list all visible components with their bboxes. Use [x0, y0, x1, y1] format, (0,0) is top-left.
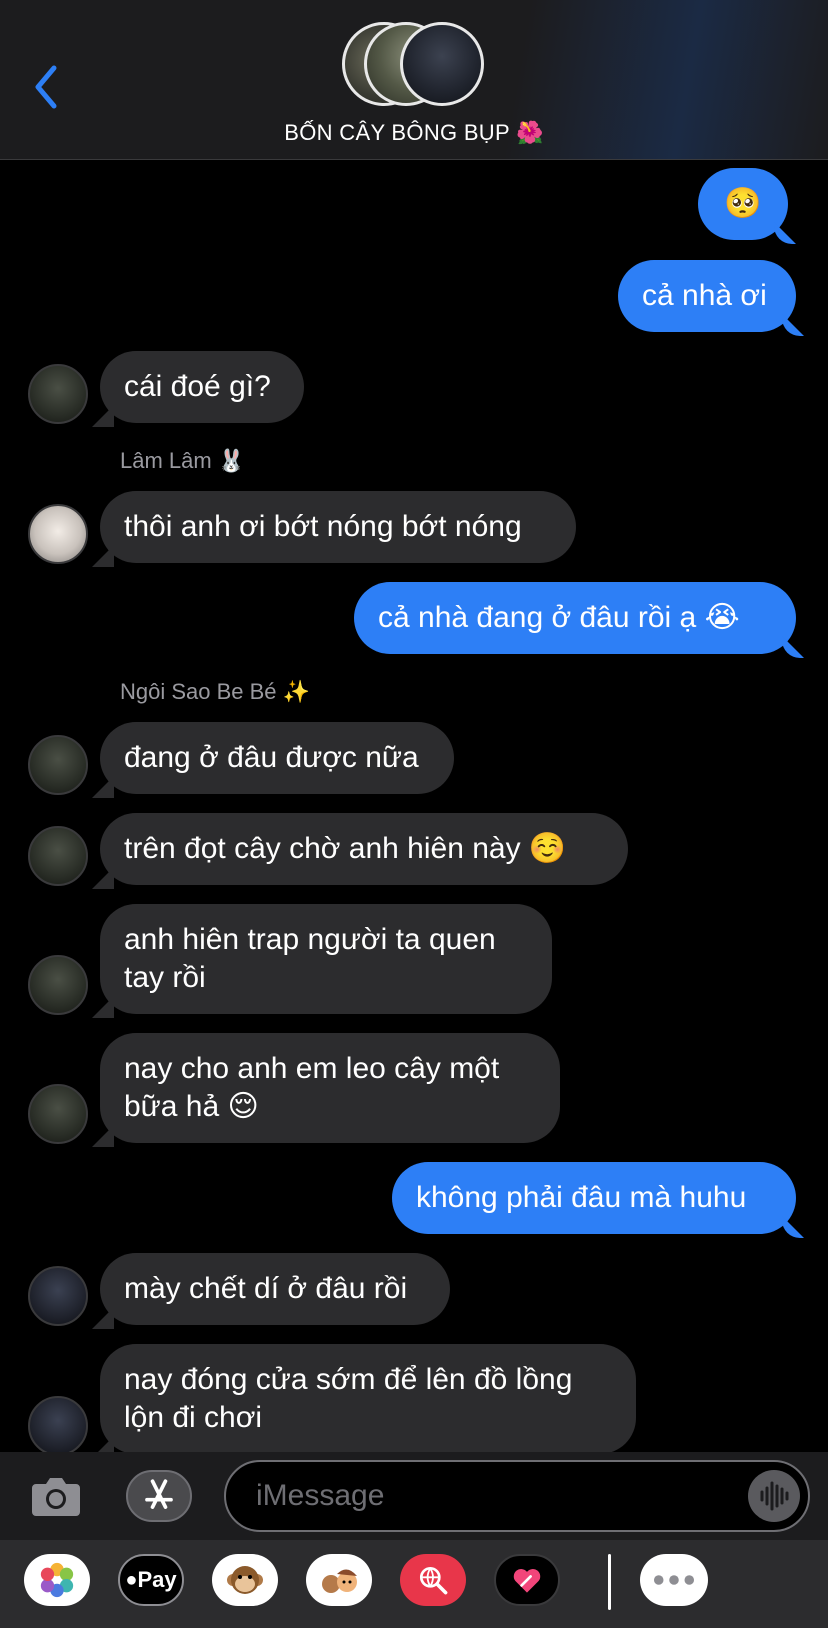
audio-waveform-icon[interactable]	[748, 1470, 800, 1522]
message-bubble-outgoing[interactable]: 🥺	[698, 168, 788, 240]
avatar[interactable]	[28, 1084, 88, 1144]
avatar[interactable]	[28, 955, 88, 1015]
group-title[interactable]: BỐN CÂY BÔNG BỤP 🌺	[0, 120, 828, 146]
message-bubble-outgoing[interactable]: cả nhà đang ở đâu rồi ạ 😭	[354, 582, 796, 654]
group-avatars[interactable]	[342, 22, 492, 110]
message-bubble-outgoing[interactable]: không phải đâu mà huhu	[392, 1162, 796, 1234]
avatar[interactable]	[28, 1266, 88, 1326]
conversation-header: BỐN CÂY BÔNG BỤP 🌺	[0, 0, 828, 160]
camera-icon[interactable]	[30, 1472, 82, 1518]
heart-touch-icon	[513, 1569, 541, 1593]
waveform-glyph-icon	[760, 1481, 789, 1511]
image-search-app-icon[interactable]	[400, 1554, 466, 1606]
more-apps-icon[interactable]	[640, 1554, 708, 1606]
avatar[interactable]	[28, 735, 88, 795]
avatar[interactable]	[28, 1396, 88, 1456]
app-store-glyph-icon	[145, 1479, 173, 1509]
ellipsis-icon	[653, 1575, 695, 1585]
avatar[interactable]	[28, 364, 88, 424]
message-bubble-incoming[interactable]: nay đóng cửa sớm để lên đồ lồng lộn đi c…	[100, 1344, 636, 1454]
apple-pay-app-icon[interactable]: ● Pay	[118, 1554, 184, 1606]
divider	[608, 1554, 611, 1610]
apple-pay-label: Pay	[137, 1567, 177, 1592]
app-store-icon[interactable]	[126, 1470, 192, 1522]
message-bubble-incoming[interactable]: anh hiên trap người ta quen tay rồi	[100, 904, 552, 1014]
sender-name: Lâm Lâm 🐰	[120, 448, 246, 473]
message-bubble-incoming[interactable]: đang ở đâu được nữa	[100, 722, 454, 794]
avatar	[400, 22, 484, 106]
message-bubble-incoming[interactable]: cái đoé gì?	[100, 351, 304, 423]
memoji-faces-icon	[322, 1569, 357, 1593]
photos-flower-icon	[40, 1562, 74, 1598]
message-bubble-incoming[interactable]: thôi anh ơi bớt nóng bớt nóng	[100, 491, 576, 563]
animoji-app-icon[interactable]	[212, 1554, 278, 1606]
digital-touch-app-icon[interactable]	[494, 1554, 560, 1606]
globe-search-icon	[419, 1566, 448, 1595]
message-field[interactable]	[224, 1460, 810, 1532]
message-bubble-incoming[interactable]: trên đọt cây chờ anh hiên này ☺️	[100, 813, 628, 885]
chevron-left-icon[interactable]	[30, 62, 64, 112]
message-input[interactable]	[256, 1476, 716, 1516]
message-bubble-outgoing[interactable]: cả nhà ơi	[618, 260, 796, 332]
message-bubble-incoming[interactable]: mày chết dí ở đâu rồi	[100, 1253, 450, 1325]
app-drawer: ● Pay	[0, 1540, 828, 1628]
photos-app-icon[interactable]	[24, 1554, 90, 1606]
avatar[interactable]	[28, 504, 88, 564]
message-bubble-incoming[interactable]: nay cho anh em leo cây một bữa hả 😌	[100, 1033, 560, 1143]
apple-logo-icon: ●	[125, 1568, 138, 1591]
monkey-icon	[227, 1566, 263, 1594]
sender-name: Ngôi Sao Be Bé ✨	[120, 679, 311, 704]
memoji-app-icon[interactable]	[306, 1554, 372, 1606]
avatar[interactable]	[28, 826, 88, 886]
compose-bar	[0, 1452, 828, 1540]
